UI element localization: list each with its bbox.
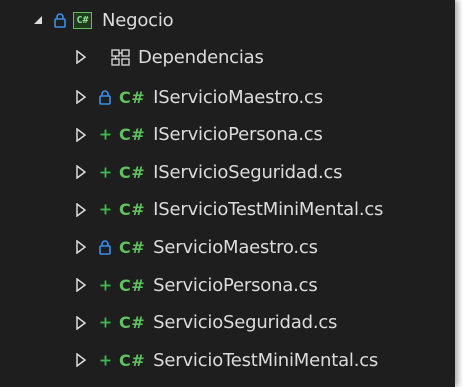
file-name: IServicioPersona.cs bbox=[153, 124, 323, 146]
collapsed-triangle-icon[interactable] bbox=[73, 162, 89, 182]
lock-icon bbox=[99, 240, 111, 255]
file-row[interactable]: C# ServicioPersona.cs bbox=[0, 268, 455, 302]
plus-icon bbox=[99, 129, 111, 140]
csharp-file-icon: C# bbox=[119, 125, 146, 145]
lock-icon bbox=[54, 12, 66, 28]
csharp-project-icon: C# bbox=[73, 11, 92, 29]
collapsed-triangle-icon[interactable] bbox=[73, 237, 89, 257]
dependencies-label: Dependencias bbox=[138, 46, 264, 68]
plus-icon bbox=[99, 167, 111, 178]
file-name: ServicioSeguridad.cs bbox=[153, 312, 338, 334]
csharp-file-icon: C# bbox=[119, 313, 146, 333]
collapsed-triangle-icon[interactable] bbox=[73, 313, 89, 333]
project-name: Negocio bbox=[102, 9, 174, 31]
plus-icon bbox=[99, 317, 111, 328]
file-row[interactable]: C# IServicioSeguridad.cs bbox=[0, 155, 455, 189]
dependencies-icon bbox=[111, 48, 131, 66]
collapsed-triangle-icon[interactable] bbox=[73, 200, 89, 220]
csharp-file-icon: C# bbox=[119, 350, 146, 370]
solution-explorer-panel: C# Negocio Dependencias C# IServicioMaest… bbox=[0, 0, 455, 387]
file-row[interactable]: C# IServicioMaestro.cs bbox=[0, 80, 455, 114]
plus-icon bbox=[99, 355, 111, 366]
expanded-triangle-icon[interactable] bbox=[30, 10, 46, 30]
collapsed-triangle-icon[interactable] bbox=[73, 350, 89, 370]
file-name: ServicioPersona.cs bbox=[153, 274, 318, 296]
file-name: ServicioMaestro.cs bbox=[153, 236, 318, 258]
collapsed-triangle-icon[interactable] bbox=[73, 47, 89, 67]
plus-icon bbox=[99, 280, 111, 291]
csharp-file-icon: C# bbox=[119, 200, 146, 220]
file-row[interactable]: C# IServicioTestMiniMental.cs bbox=[0, 193, 455, 227]
collapsed-triangle-icon[interactable] bbox=[73, 125, 89, 145]
csharp-file-icon: C# bbox=[119, 237, 146, 257]
file-row[interactable]: C# ServicioTestMiniMental.cs bbox=[0, 343, 455, 377]
collapsed-triangle-icon[interactable] bbox=[73, 87, 89, 107]
file-name: IServicioSeguridad.cs bbox=[153, 161, 343, 183]
file-row[interactable]: C# ServicioSeguridad.cs bbox=[0, 306, 455, 340]
csharp-file-icon: C# bbox=[119, 87, 146, 107]
file-name: IServicioTestMiniMental.cs bbox=[153, 199, 384, 221]
lock-icon bbox=[99, 89, 111, 105]
plus-icon bbox=[99, 204, 111, 215]
dependencies-row[interactable]: Dependencias bbox=[0, 40, 455, 74]
file-name: IServicioMaestro.cs bbox=[153, 86, 323, 108]
file-name: ServicioTestMiniMental.cs bbox=[153, 349, 379, 371]
collapsed-triangle-icon[interactable] bbox=[73, 275, 89, 295]
file-row[interactable]: C# ServicioMaestro.cs bbox=[0, 230, 455, 264]
csharp-file-icon: C# bbox=[119, 275, 146, 295]
project-row-negocio[interactable]: C# Negocio bbox=[0, 3, 455, 37]
csharp-file-icon: C# bbox=[119, 162, 146, 182]
file-row[interactable]: C# IServicioPersona.cs bbox=[0, 118, 455, 152]
